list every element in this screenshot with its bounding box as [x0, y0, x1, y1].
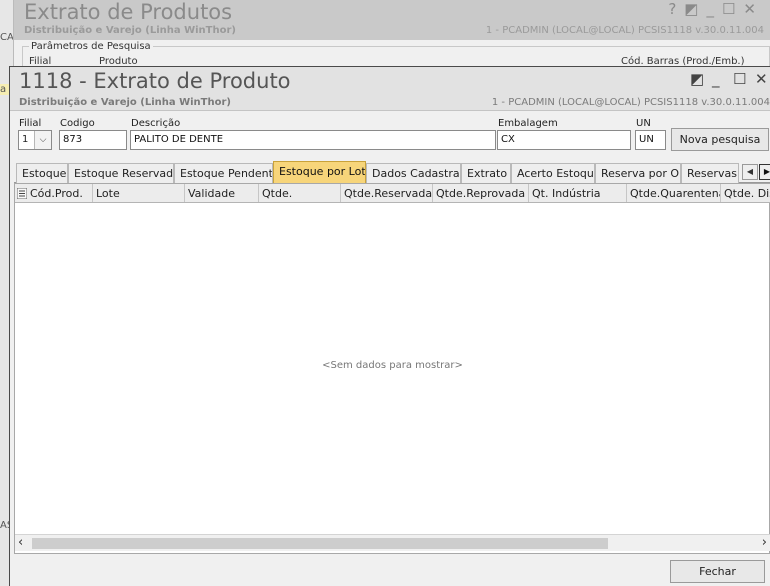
grid-header: Cód.Prod. Lote Validade Qtde. Qtde.Reser…: [15, 184, 770, 203]
column-chooser-icon[interactable]: [17, 188, 27, 199]
un-field[interactable]: UN: [635, 130, 666, 150]
tab-estoque-por-lote[interactable]: Estoque por Lote: [273, 161, 366, 183]
minimize-icon[interactable]: _: [712, 70, 720, 88]
col-qtde-reservada[interactable]: Qtde.Reservada: [341, 184, 433, 202]
codigo-label: Codigo: [60, 118, 95, 129]
col-qtde[interactable]: Qtde.: [259, 184, 341, 202]
close-button[interactable]: Fechar: [670, 560, 765, 583]
tab-estoque-reservado[interactable]: Estoque Reservado: [68, 163, 174, 183]
background-titlebar: Extrato de Produtos Distribuição e Varej…: [14, 0, 770, 40]
params-legend: Parâmetros de Pesquisa: [29, 41, 153, 52]
help-icon: ?: [668, 0, 685, 18]
filial-value: 1: [22, 134, 29, 145]
codigo-field[interactable]: 873: [59, 130, 127, 150]
scroll-right-icon[interactable]: ›: [762, 535, 767, 551]
minimize-icon: _: [706, 0, 722, 18]
tab-estoque[interactable]: Estoque: [16, 163, 68, 183]
new-search-button[interactable]: Nova pesquisa: [671, 128, 769, 151]
maximize-icon[interactable]: ☐: [733, 70, 746, 88]
tab-reserva-por-op[interactable]: Reserva por OP: [595, 163, 681, 183]
background-window-controls: ?◩_☐✕: [668, 0, 764, 18]
close-icon: ✕: [743, 0, 764, 18]
close-icon[interactable]: ✕: [755, 70, 768, 88]
product-extract-window: 1118 - Extrato de Produto Distribuição e…: [9, 66, 770, 586]
scrollbar-thumb[interactable]: [32, 538, 608, 549]
col-qtde-disp[interactable]: Qtde. Disp: [721, 184, 770, 202]
tab-acerto-estoque[interactable]: Acerto Estoque: [511, 163, 595, 183]
tab-scroll-right-icon[interactable]: ▶: [759, 164, 770, 180]
col-qt-industria[interactable]: Qt. Indústria: [529, 184, 627, 202]
tab-dados-cadastrais[interactable]: Dados Cadastrais: [366, 163, 461, 183]
background-user-info: 1 - PCADMIN (LOCAL@LOCAL) PCSIS1118 v.30…: [485, 25, 764, 36]
descricao-field[interactable]: PALITO DE DENTE: [130, 130, 496, 150]
scroll-left-icon[interactable]: ‹: [18, 535, 23, 551]
background-window-subtitle: Distribuição e Varejo (Linha WinThor): [24, 25, 236, 36]
user-info: 1 - PCADMIN (LOCAL@LOCAL) PCSIS1118 v.30…: [491, 97, 770, 108]
embalagem-field[interactable]: CX: [497, 130, 631, 150]
chevron-down-icon[interactable]: ⌵: [34, 131, 51, 149]
window-title: 1118 - Extrato de Produto: [19, 69, 291, 93]
filial-label: Filial: [19, 118, 42, 129]
tab-reservas[interactable]: Reservas ...: [681, 163, 739, 183]
strip-text: CAL: [0, 32, 14, 43]
un-label: UN: [636, 118, 651, 129]
maximize-icon: ☐: [721, 0, 744, 18]
col-validade[interactable]: Validade: [185, 184, 259, 202]
col-lote[interactable]: Lote: [93, 184, 185, 202]
col-cod-prod[interactable]: Cód.Prod.: [27, 184, 93, 202]
filial-select[interactable]: 1 ⌵: [18, 130, 52, 150]
tab-estoque-pendente[interactable]: Estoque Pendente: [174, 163, 273, 183]
window-titlebar[interactable]: 1118 - Extrato de Produto Distribuição e…: [10, 67, 770, 111]
descricao-label: Descrição: [131, 118, 181, 129]
horizontal-scrollbar[interactable]: ‹ ›: [15, 534, 770, 551]
restore-icon: ◩: [684, 0, 707, 18]
restore-icon[interactable]: ◩: [690, 70, 704, 88]
col-qtde-quarentena[interactable]: Qtde.Quarentena: [627, 184, 721, 202]
background-window-title: Extrato de Produtos: [24, 0, 233, 24]
window-subtitle: Distribuição e Varejo (Linha WinThor): [19, 97, 231, 108]
empty-grid-message: <Sem dados para mostrar>: [322, 360, 463, 371]
tab-extrato[interactable]: Extrato: [461, 163, 511, 183]
embalagem-label: Embalagem: [498, 118, 558, 129]
tab-scroll-left-icon[interactable]: ◀: [742, 164, 758, 180]
col-qtde-reprovada[interactable]: Qtde.Reprovada: [433, 184, 529, 202]
lot-stock-grid[interactable]: Cód.Prod. Lote Validade Qtde. Qtde.Reser…: [14, 183, 770, 554]
tab-bar: Estoque Estoque Reservado Estoque Penden…: [14, 161, 770, 183]
